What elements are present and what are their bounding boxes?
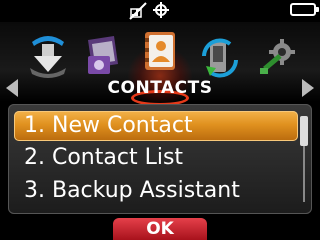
battery-icon <box>290 3 319 16</box>
list-item-label: 3. Backup Assistant <box>24 178 240 203</box>
media-icon[interactable] <box>84 34 124 82</box>
scrollbar-thumb[interactable] <box>300 116 308 146</box>
ok-softkey[interactable]: OK <box>113 218 207 240</box>
list-item-label: 1. New Contact <box>24 113 193 138</box>
list-item-label: 2. Contact List <box>24 145 184 170</box>
list-item[interactable]: 3. Backup Assistant <box>14 176 298 206</box>
list-item[interactable]: 2. Contact List <box>14 143 298 173</box>
list-item[interactable]: 1. New Contact <box>14 111 298 141</box>
status-bar <box>0 0 320 22</box>
contacts-icon[interactable] <box>143 30 179 78</box>
menu-list: 1. New Contact 2. Contact List 3. Backup… <box>8 104 312 214</box>
arrow-right-icon[interactable] <box>302 79 314 97</box>
download-icon[interactable] <box>26 32 70 82</box>
scrollbar[interactable] <box>300 112 308 206</box>
menu-title: CONTACTS <box>107 78 213 98</box>
gps-icon <box>152 1 170 23</box>
menu-title-row: CONTACTS <box>0 76 320 102</box>
